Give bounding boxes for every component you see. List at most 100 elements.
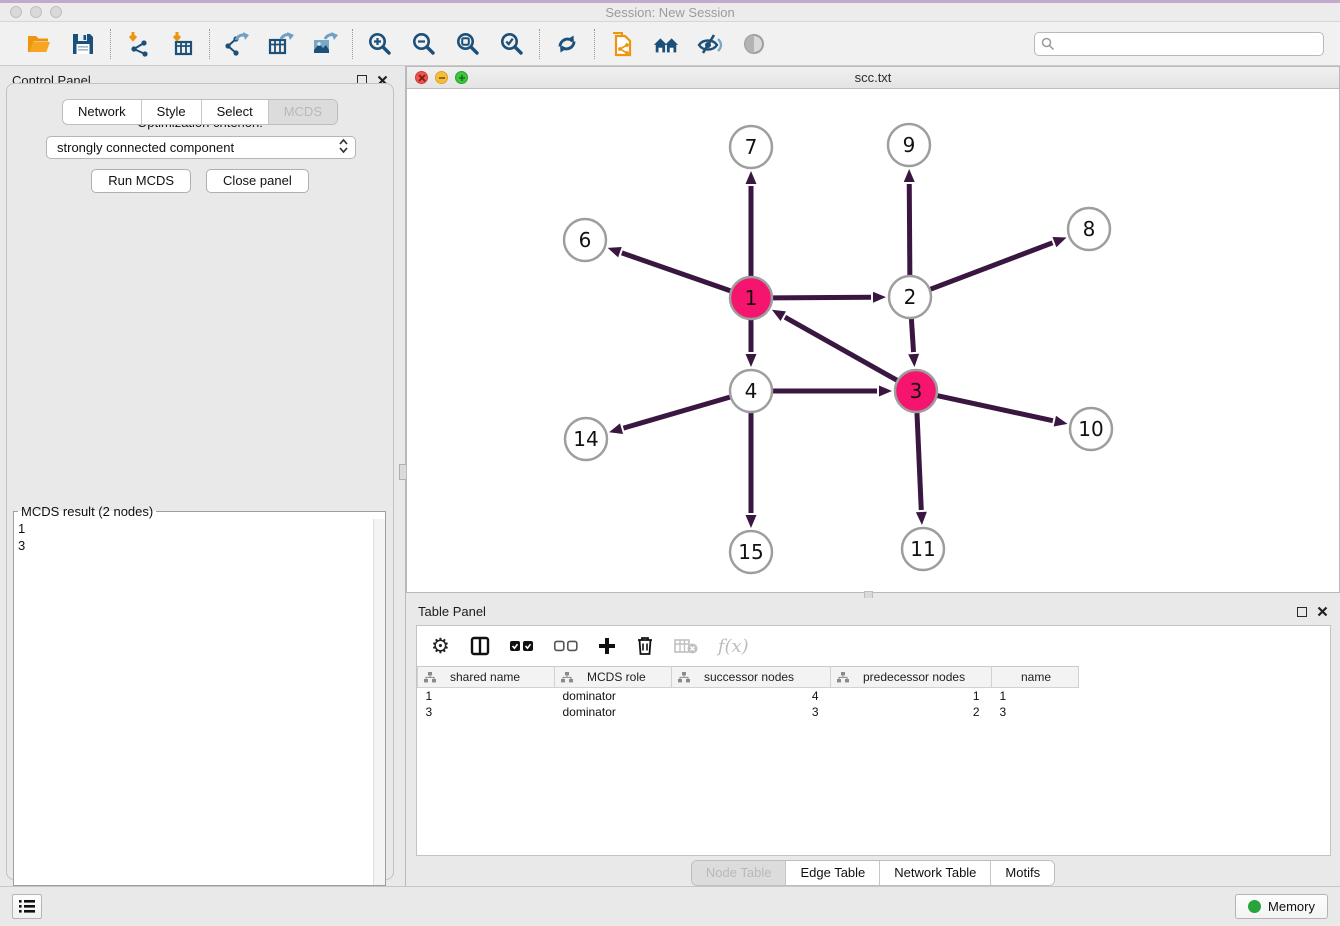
cell-mcds-role[interactable]: dominator (555, 688, 672, 704)
graph-node-label: 9 (903, 133, 916, 157)
search-input[interactable] (1034, 32, 1324, 56)
tab-network[interactable]: Network (63, 100, 142, 124)
export-network-icon[interactable] (223, 30, 251, 58)
settings-gear-icon[interactable]: ⚙ (431, 634, 450, 658)
import-table-icon[interactable] (168, 30, 196, 58)
float-table-panel-icon[interactable] (1297, 607, 1307, 617)
close-table-panel-icon[interactable] (1317, 606, 1328, 617)
status-bar: Memory (0, 886, 1340, 926)
graph-edge-1-2[interactable] (773, 297, 871, 298)
table-row[interactable]: 3 dominator 3 2 3 (418, 704, 1331, 720)
select-all-icon[interactable] (510, 634, 534, 658)
graph-node-label: 14 (573, 427, 598, 451)
zoom-out-icon[interactable] (410, 30, 438, 58)
table-tab-bar: Node Table Edge Table Network Table Moti… (691, 860, 1055, 886)
mcds-result-text[interactable]: 1 3 (14, 519, 373, 885)
graph-arrowhead (904, 169, 915, 182)
mcds-result-legend: MCDS result (2 nodes) (18, 504, 156, 519)
apply-layout-icon[interactable] (553, 30, 581, 58)
control-panel: Control Panel Network Style Select MCDS … (0, 66, 400, 886)
cell-successor-nodes[interactable]: 4 (672, 688, 831, 704)
column-header-mcds-role[interactable]: MCDS role (555, 667, 672, 688)
open-session-icon[interactable] (25, 30, 53, 58)
search-container (1034, 32, 1324, 56)
graph-arrowhead (1052, 237, 1066, 247)
cell-name[interactable]: 3 (992, 704, 1079, 720)
cell-mcds-role[interactable]: dominator (555, 704, 672, 720)
memory-status-icon (1248, 900, 1261, 913)
network-window: scc.txt 7968124314101511 (406, 66, 1340, 593)
tab-mcds[interactable]: MCDS (269, 100, 337, 124)
column-header-successor-nodes[interactable]: successor nodes (672, 667, 831, 688)
hierarchy-icon (561, 672, 573, 683)
graph-edge-1-6[interactable] (622, 253, 730, 291)
memory-label: Memory (1268, 899, 1315, 914)
graph-edge-3-11[interactable] (917, 413, 921, 510)
column-header-name[interactable]: name (992, 667, 1079, 688)
control-panel-tab-bar: Network Style Select MCDS (62, 99, 338, 125)
graph-edge-2-9[interactable] (909, 184, 910, 275)
graph-node-label: 8 (1083, 217, 1096, 241)
export-table-icon[interactable] (267, 30, 295, 58)
search-icon (1041, 37, 1055, 51)
graph-edge-2-8[interactable] (931, 243, 1053, 289)
table-row[interactable]: 1 dominator 4 1 1 (418, 688, 1331, 704)
export-image-icon[interactable] (311, 30, 339, 58)
add-column-icon[interactable] (598, 634, 616, 658)
delete-column-icon[interactable] (636, 634, 654, 658)
cell-shared-name[interactable]: 1 (418, 688, 555, 704)
node-table-container: ⚙ f(x) shared (416, 625, 1331, 856)
cell-successor-nodes[interactable]: 3 (672, 704, 831, 720)
zoom-in-icon[interactable] (366, 30, 394, 58)
graph-edge-2-3[interactable] (911, 319, 913, 352)
tab-style[interactable]: Style (142, 100, 202, 124)
cell-predecessor-nodes[interactable]: 1 (831, 688, 992, 704)
task-history-button[interactable] (12, 894, 42, 919)
graph-arrowhead (879, 386, 892, 397)
column-header-predecessor-nodes[interactable]: predecessor nodes (831, 667, 992, 688)
criterion-select[interactable]: strongly connected component (46, 136, 356, 159)
graph-edge-3-1[interactable] (785, 317, 897, 380)
graph-node-label: 3 (910, 379, 923, 403)
deselect-all-icon[interactable] (554, 634, 578, 658)
cell-name[interactable]: 1 (992, 688, 1079, 704)
tab-select[interactable]: Select (202, 100, 269, 124)
split-columns-icon[interactable] (470, 634, 490, 658)
mcds-result-scrollbar[interactable] (373, 519, 385, 885)
table-header-row: shared name MCDS role successor nodes pr… (418, 667, 1331, 688)
tab-network-table[interactable]: Network Table (880, 861, 991, 885)
first-neighbors-icon[interactable] (652, 30, 680, 58)
zoom-fit-icon[interactable] (454, 30, 482, 58)
import-network-icon[interactable] (124, 30, 152, 58)
hide-selected-icon[interactable] (696, 30, 724, 58)
graph-arrowhead (908, 354, 919, 367)
tab-edge-table[interactable]: Edge Table (786, 861, 880, 885)
cell-predecessor-nodes[interactable]: 2 (831, 704, 992, 720)
table-panel: Table Panel ⚙ f (406, 598, 1340, 886)
function-builder-icon[interactable]: f(x) (718, 634, 749, 658)
save-session-icon[interactable] (69, 30, 97, 58)
run-mcds-button[interactable]: Run MCDS (91, 169, 191, 193)
graph-node-label: 7 (745, 135, 758, 159)
network-canvas[interactable]: 7968124314101511 (407, 89, 1339, 592)
table-toolbar: ⚙ f(x) (417, 626, 1330, 666)
new-network-from-selection-icon[interactable] (608, 30, 636, 58)
graph-arrowhead (746, 171, 757, 184)
cell-shared-name[interactable]: 3 (418, 704, 555, 720)
tab-node-table[interactable]: Node Table (692, 861, 787, 885)
graph-node-label: 1 (745, 286, 758, 310)
app-titlebar: Session: New Session (0, 0, 1340, 22)
memory-button[interactable]: Memory (1235, 894, 1328, 919)
close-panel-button[interactable]: Close panel (206, 169, 309, 193)
graph-edge-4-14[interactable] (623, 397, 729, 428)
session-title: Session: New Session (0, 5, 1340, 20)
tab-motifs[interactable]: Motifs (991, 861, 1054, 885)
graph-edge-3-10[interactable] (937, 396, 1052, 421)
column-header-shared-name[interactable]: shared name (418, 667, 555, 688)
network-window-titlebar[interactable]: scc.txt (407, 67, 1339, 89)
hierarchy-icon (424, 672, 436, 683)
zoom-selected-icon[interactable] (498, 30, 526, 58)
graph-arrowhead (873, 292, 886, 303)
delete-table-icon[interactable] (674, 634, 698, 658)
show-graphics-details-icon[interactable] (740, 30, 768, 58)
